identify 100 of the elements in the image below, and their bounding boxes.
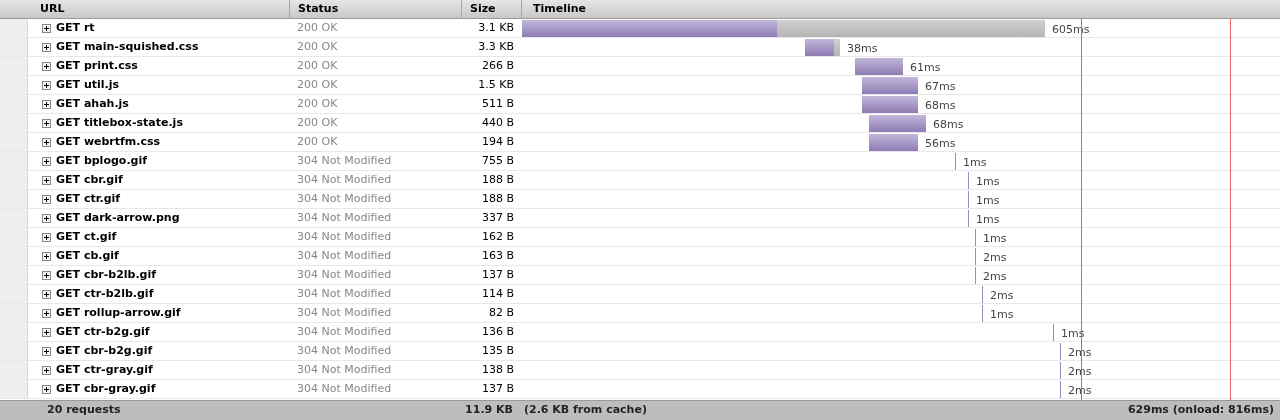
status-text: 200 OK [297,57,338,74]
timing-tick [982,305,983,322]
expand-icon[interactable] [42,289,51,299]
size-text: 3.3 KB [478,38,514,55]
size-text: 266 B [481,57,514,74]
expand-icon[interactable] [42,270,51,280]
duration-label: 1ms [976,174,1000,190]
request-url[interactable]: GET dark-arrow.png [56,209,180,227]
request-url[interactable]: GET ctr-b2lb.gif [56,285,154,303]
status-text: 304 Not Modified [297,361,392,378]
expand-icon[interactable] [42,42,51,52]
timing-tick [1060,343,1061,360]
expand-icon[interactable] [42,156,51,166]
status-text: 200 OK [297,114,338,131]
expand-icon[interactable] [42,251,51,261]
timing-bar [805,39,840,56]
status-text: 304 Not Modified [297,285,392,302]
request-url[interactable]: GET webrtfm.css [56,133,161,151]
request-url[interactable]: GET print.css [56,57,138,75]
timing-tick [1053,324,1054,341]
request-url[interactable]: GET cbr-b2g.gif [56,342,153,360]
size-text: 188 B [481,171,514,188]
timing-bar [869,115,926,132]
size-text: 1.5 KB [478,76,514,93]
size-text: 337 B [481,209,514,226]
status-text: 304 Not Modified [297,228,392,245]
request-url[interactable]: GET ctr-gray.gif [56,361,153,379]
expand-icon[interactable] [42,99,51,109]
request-url[interactable]: GET ctr-b2g.gif [56,323,150,341]
expand-icon[interactable] [42,194,51,204]
request-url[interactable]: GET titlebox-state.js [56,114,183,132]
size-text: 138 B [481,361,514,378]
request-url[interactable]: GET bplogo.gif [56,152,147,170]
expand-icon[interactable] [42,308,51,318]
expand-icon[interactable] [42,346,51,356]
duration-label: 68ms [925,98,956,114]
timing-tick [982,286,983,303]
size-text: 755 B [481,152,514,169]
expand-icon[interactable] [42,80,51,90]
status-text: 200 OK [297,95,338,112]
size-text: 114 B [481,285,514,302]
column-header[interactable]: Status [290,0,462,19]
size-text: 440 B [481,114,514,131]
duration-label: 1ms [976,212,1000,228]
status-text: 304 Not Modified [297,209,392,226]
timing-tick [968,210,969,227]
duration-label: 61ms [910,60,941,76]
status-text: 304 Not Modified [297,342,392,359]
duration-label: 1ms [963,155,987,171]
status-text: 304 Not Modified [297,304,392,321]
request-url[interactable]: GET util.js [56,76,119,94]
duration-label: 67ms [925,79,956,95]
timing-tick [975,229,976,246]
column-header[interactable]: Size [462,0,522,19]
request-url[interactable]: GET main-squished.css [56,38,199,56]
timing-tick [975,267,976,284]
timing-tick [955,153,956,170]
status-text: 304 Not Modified [297,152,392,169]
duration-label: 38ms [847,41,878,57]
request-url[interactable]: GET cbr-b2lb.gif [56,266,157,284]
status-text: 200 OK [297,76,338,93]
expand-icon[interactable] [42,118,51,128]
expand-icon[interactable] [42,327,51,337]
cache-size: (2.6 KB from cache) [524,402,647,419]
status-text: 200 OK [297,38,338,55]
duration-label: 1ms [990,307,1014,323]
expand-icon[interactable] [42,23,51,33]
expand-icon[interactable] [42,232,51,242]
request-url[interactable]: GET ahah.js [56,95,129,113]
expand-icon[interactable] [42,137,51,147]
request-url[interactable]: GET cbr-gray.gif [56,380,156,398]
column-header[interactable]: Timeline [522,0,1280,19]
timing-tick [968,191,969,208]
size-text: 194 B [481,133,514,150]
timing-bar [862,96,918,113]
expand-icon[interactable] [42,365,51,375]
expand-icon[interactable] [42,175,51,185]
request-url[interactable]: GET rt [56,19,95,37]
size-text: 137 B [481,266,514,283]
status-text: 304 Not Modified [297,247,392,264]
request-url[interactable]: GET rollup-arrow.gif [56,304,181,322]
size-text: 188 B [481,190,514,207]
duration-label: 1ms [976,193,1000,209]
request-count: 20 requests [47,402,122,419]
expand-icon[interactable] [42,61,51,71]
status-text: 304 Not Modified [297,171,392,188]
request-url[interactable]: GET ct.gif [56,228,117,246]
duration-label: 2ms [983,269,1007,285]
expand-icon[interactable] [42,384,51,394]
request-url[interactable]: GET cb.gif [56,247,119,265]
timing-bar [855,58,903,75]
request-url[interactable]: GET cbr.gif [56,171,123,189]
size-text: 3.1 KB [478,19,514,36]
size-text: 82 B [488,304,514,321]
expand-icon[interactable] [42,213,51,223]
timing-tick [975,248,976,265]
duration-label: 2ms [983,250,1007,266]
total-time: 629ms (onload: 816ms) [1127,402,1274,419]
request-url[interactable]: GET ctr.gif [56,190,121,208]
column-header[interactable]: URL [28,0,290,19]
